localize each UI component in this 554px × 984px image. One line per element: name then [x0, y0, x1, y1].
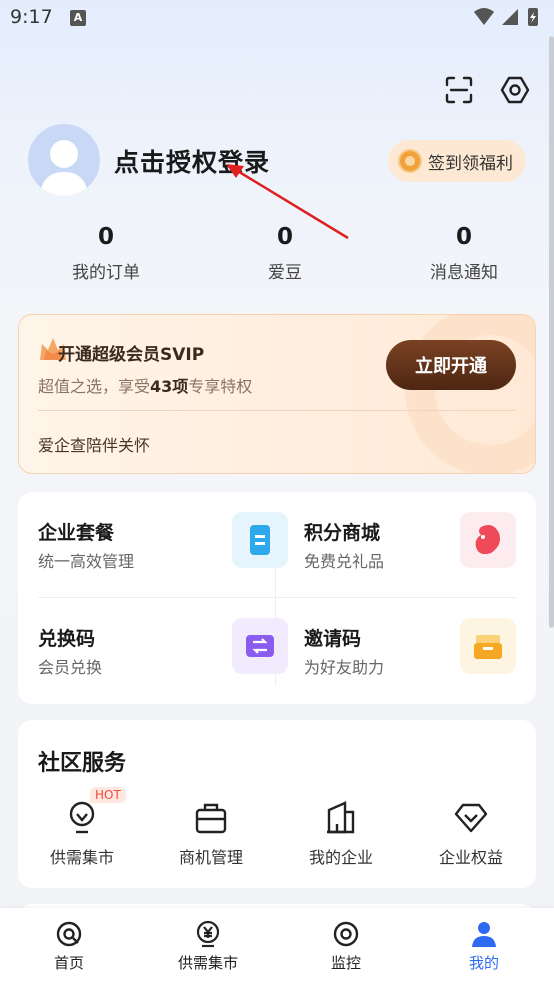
stat-messages[interactable]: 0 消息通知 — [389, 224, 539, 283]
person-icon — [472, 922, 496, 947]
community-item-opportunity[interactable]: 商机管理 — [156, 800, 266, 868]
stat-beans[interactable]: 0 爱豆 — [210, 224, 360, 283]
vip-divider — [38, 410, 516, 411]
settings-hex-icon[interactable] — [499, 74, 531, 106]
home-search-icon — [56, 921, 82, 947]
service-enterprise-package[interactable]: 企业套餐 统一高效管理 — [38, 512, 288, 598]
bean-icon — [460, 512, 516, 568]
stat-label: 我的订单 — [72, 263, 140, 283]
briefcase-icon — [195, 803, 227, 834]
community-label: 我的企业 — [308, 848, 373, 867]
notification-a-icon: A — [70, 10, 86, 26]
community-item-market[interactable]: 供需集市 — [27, 800, 137, 868]
service-subtitle: 为好友助力 — [304, 658, 385, 677]
tab-monitor[interactable]: 监控 — [291, 920, 401, 973]
community-title: 社区服务 — [38, 751, 127, 776]
avatar[interactable] — [28, 124, 100, 196]
scan-icon[interactable] — [443, 74, 475, 106]
vip-footer-text[interactable]: 爱企查陪伴关怀 — [38, 432, 150, 456]
building-icon — [327, 801, 355, 834]
login-prompt[interactable]: 点击授权登录 — [114, 143, 270, 179]
community-item-my-company[interactable]: 我的企业 — [286, 800, 396, 868]
tab-mine[interactable]: 我的 — [429, 920, 539, 973]
service-subtitle: 会员兑换 — [38, 658, 103, 677]
signin-label: 签到领福利 — [428, 153, 513, 174]
stat-label: 消息通知 — [430, 263, 498, 283]
tab-label: 首页 — [53, 954, 84, 972]
status-icons — [472, 6, 544, 32]
service-title: 企业套餐 — [38, 522, 115, 544]
stat-label: 爱豆 — [268, 263, 302, 283]
monitor-icon — [333, 921, 359, 947]
service-points-mall[interactable]: 积分商城 免费兑礼品 — [304, 512, 516, 598]
diamond-icon — [454, 803, 488, 833]
community-label: 商机管理 — [178, 848, 243, 867]
service-subtitle: 免费兑礼品 — [304, 552, 385, 571]
service-redeem-code[interactable]: 兑换码 会员兑换 — [38, 618, 288, 704]
signal-battery-icon — [474, 8, 538, 26]
community-label: 企业权益 — [438, 848, 503, 867]
scrollbar[interactable] — [549, 36, 554, 628]
vip-activate-button[interactable]: 立即开通 — [386, 340, 516, 390]
ticket-icon — [232, 618, 288, 674]
avatar-person-icon — [40, 140, 88, 196]
stat-orders[interactable]: 0 我的订单 — [31, 224, 181, 283]
lightbulb-icon — [69, 801, 95, 834]
stat-value: 0 — [276, 224, 293, 250]
signin-reward-button[interactable]: 签到领福利 — [388, 140, 526, 182]
stat-value: 0 — [97, 224, 114, 250]
status-time: 9:17 — [10, 6, 53, 28]
service-title: 积分商城 — [304, 522, 381, 544]
vip-decoration — [405, 315, 535, 473]
service-title: 邀请码 — [304, 628, 362, 650]
package-icon — [232, 512, 288, 568]
tab-label: 我的 — [468, 954, 499, 972]
service-title: 兑换码 — [38, 628, 96, 650]
tab-label: 供需集市 — [177, 954, 238, 972]
community-item-rights[interactable]: 企业权益 — [416, 800, 526, 868]
tab-home[interactable]: 首页 — [14, 920, 124, 973]
vip-title: 开通超级会员SVIP — [58, 345, 205, 365]
stat-value: 0 — [455, 224, 472, 250]
invite-box-icon — [460, 618, 516, 674]
service-subtitle: 统一高效管理 — [38, 552, 135, 571]
community-label: 供需集市 — [49, 848, 114, 867]
tab-label: 监控 — [330, 954, 361, 972]
service-invite-code[interactable]: 邀请码 为好友助力 — [304, 618, 516, 704]
yen-icon — [196, 920, 220, 948]
vip-subtitle: 超值之选，享受43项专享特权 — [38, 377, 253, 396]
tab-market[interactable]: 供需集市 — [153, 920, 263, 973]
coin-icon — [398, 149, 422, 173]
